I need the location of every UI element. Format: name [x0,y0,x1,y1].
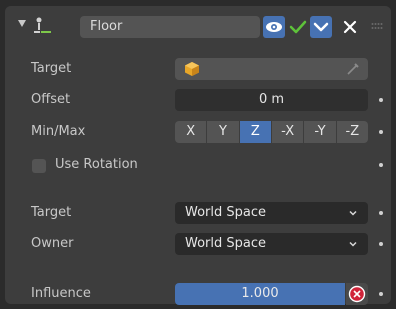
influence-label: Influence [31,286,91,301]
minmax-axis-selector: X Y Z -X -Y -Z [175,121,368,143]
owner-space-dropdown[interactable]: World Space [175,233,368,255]
offset-label: Offset [31,92,71,107]
axis-neg-z-button[interactable]: -Z [336,121,368,143]
chevron-down-icon [349,241,357,247]
target-space-value: World Space [185,205,267,220]
object-icon [185,62,199,76]
target-space-dropdown[interactable]: World Space [175,202,368,224]
animate-property-dot[interactable] [379,130,383,134]
animate-property-dot[interactable] [379,211,383,215]
axis-neg-x-button[interactable]: -X [271,121,304,143]
axis-z-button[interactable]: Z [239,121,271,143]
eyedropper-icon[interactable] [346,62,360,76]
target-object-field[interactable] [175,58,368,80]
influence-slider[interactable]: 1.000 [175,283,345,305]
checkmark-icon[interactable] [287,16,309,38]
target-label: Target [31,61,72,76]
animate-property-dot[interactable] [379,292,383,296]
constraint-name-field[interactable]: Floor [80,16,260,38]
animate-property-dot[interactable] [379,98,383,102]
constraint-floor-icon [34,17,51,33]
owner-space-value: World Space [185,236,267,251]
expand-triangle-icon[interactable] [18,20,26,27]
use-rotation-checkbox[interactable] [32,159,46,173]
use-rotation-label[interactable]: Use Rotation [55,157,138,172]
offset-field[interactable]: 0 m [175,89,368,111]
axis-x-button[interactable]: X [175,121,207,143]
target-space-label: Target [31,205,72,220]
reset-x-icon[interactable] [346,283,368,305]
drag-grip-icon[interactable] [371,22,383,30]
chevron-down-icon [349,210,357,216]
animate-property-dot[interactable] [379,242,383,246]
eye-icon[interactable] [263,16,285,38]
axis-neg-y-button[interactable]: -Y [304,121,336,143]
constraint-header: Floor [5,6,391,46]
chevron-down-icon[interactable] [310,16,332,38]
owner-space-label: Owner [31,236,74,251]
animate-property-dot[interactable] [379,163,383,167]
axis-y-button[interactable]: Y [207,121,239,143]
close-icon[interactable] [339,16,361,38]
minmax-label: Min/Max [31,124,86,139]
constraint-panel: Floor Target Offset 0 m Min/Max X Y Z -X… [5,6,391,305]
